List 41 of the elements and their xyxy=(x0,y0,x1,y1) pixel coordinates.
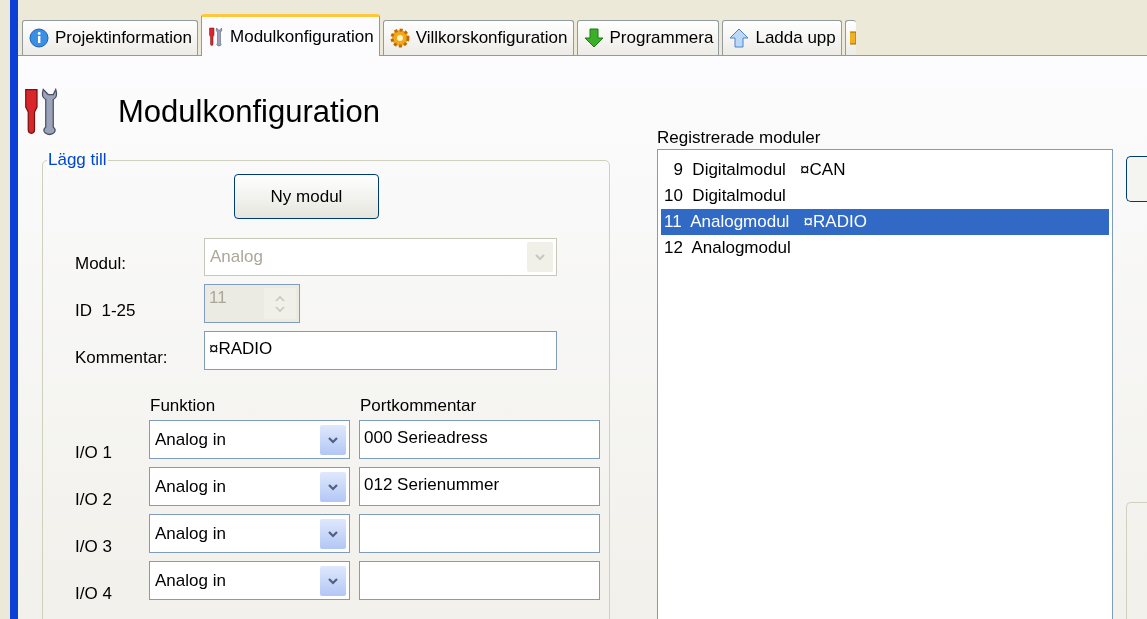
tab-icon xyxy=(849,28,856,48)
tab[interactable]: Programmera xyxy=(576,20,720,55)
tab[interactable]: Ladda upp xyxy=(722,20,842,55)
port-comment-field[interactable] xyxy=(359,514,600,553)
field-label: ID 1-25 xyxy=(74,301,137,322)
list-item[interactable]: 11 Analogmodul ¤RADIO xyxy=(661,209,1109,235)
up-arrow-icon xyxy=(729,28,750,48)
port-label: I/O 4 xyxy=(74,584,113,604)
dropdown[interactable]: Analog in xyxy=(149,561,350,600)
column-header: Portkommentar xyxy=(359,396,478,416)
port-label: I/O 3 xyxy=(74,537,113,557)
gear-icon xyxy=(389,28,410,48)
comment-field[interactable]: ¤RADIO xyxy=(204,331,557,370)
dropdown[interactable]: Analog in xyxy=(149,514,350,553)
spin-arrows-icon xyxy=(273,294,287,313)
port-label: I/O 1 xyxy=(74,443,113,463)
tab[interactable] xyxy=(844,20,856,55)
list-item[interactable]: 10 Digitalmodul xyxy=(661,183,1109,209)
field-label: Modul: xyxy=(74,254,128,275)
tools-icon xyxy=(208,26,224,47)
partial-button[interactable] xyxy=(1126,156,1147,202)
tab[interactable]: Modulkonfiguration xyxy=(201,14,380,56)
tab[interactable]: Villkorskonfiguration xyxy=(382,20,574,55)
down-arrow-icon xyxy=(583,28,604,48)
list-item[interactable]: 9 Digitalmodul ¤CAN xyxy=(661,157,1109,183)
column-header: Funktion xyxy=(149,396,217,416)
port-comment-field[interactable]: 000 Serieadress xyxy=(359,420,600,459)
module-list[interactable]: 9 Digitalmodul ¤CAN 10 Digitalmodul 11 Analogmodul ¤RADIO 12 Analogmodul xyxy=(657,149,1113,619)
port-comment-field[interactable]: 012 Serienummer xyxy=(359,467,600,506)
dropdown[interactable]: Analog in xyxy=(149,467,350,506)
dropdown[interactable]: Analog in xyxy=(149,420,350,459)
port-comment-field[interactable] xyxy=(359,561,600,600)
new-module-button[interactable]: Ny modul xyxy=(234,174,379,219)
tab[interactable]: Projektinformation xyxy=(22,20,198,55)
port-label: I/O 2 xyxy=(74,490,113,510)
group-title: Lägg till xyxy=(47,150,108,170)
page-title: Modulkonfiguration xyxy=(118,94,380,130)
field-label: Kommentar: xyxy=(74,348,169,369)
list-item[interactable]: 12 Analogmodul xyxy=(661,235,1109,261)
list-label: Registrerade moduler xyxy=(657,128,822,149)
info-icon xyxy=(29,28,49,48)
